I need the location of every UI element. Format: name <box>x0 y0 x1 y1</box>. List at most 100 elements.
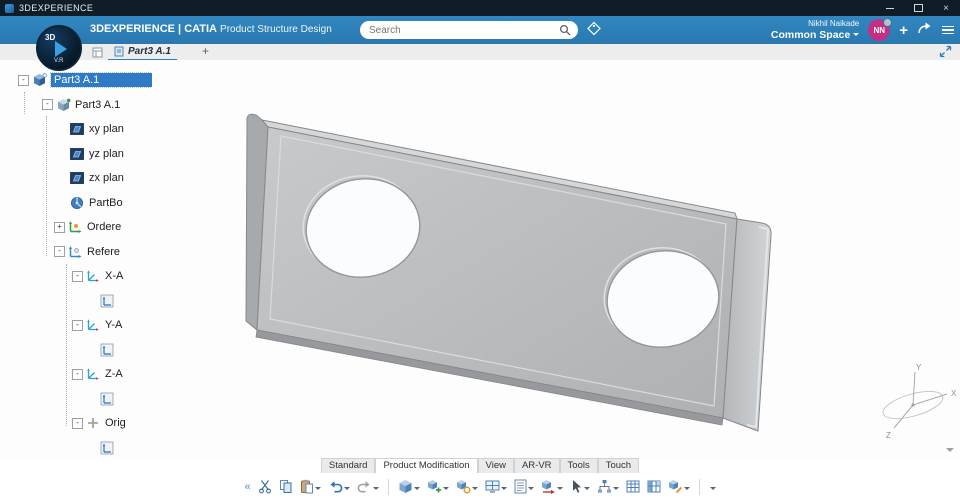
tree-item-label[interactable]: Y-A <box>105 319 122 331</box>
tree-item-label[interactable]: Orig <box>105 417 126 429</box>
tree-item-label[interactable]: PartBo <box>89 197 123 209</box>
tree-item-part3[interactable]: - Part3 A.1 <box>0 93 152 118</box>
window-layout-icon[interactable] <box>483 477 509 497</box>
collapse-expander-icon[interactable]: - <box>42 99 53 111</box>
dropdown-caret-icon[interactable] <box>314 486 321 493</box>
dropdown-caret-icon[interactable] <box>413 486 420 493</box>
maximize-button[interactable] <box>904 0 932 16</box>
toolbar: « <box>0 473 960 500</box>
axis-triad[interactable]: Y X Z <box>863 360 960 452</box>
tree-item-y-axis[interactable]: - Y-A <box>0 313 152 338</box>
tab-tools[interactable]: Tools <box>559 458 598 473</box>
tree-item-root-part3[interactable]: - Part3 A.1 <box>0 68 152 93</box>
tree-item-axis-system[interactable] <box>0 387 152 412</box>
dropdown-caret-icon[interactable] <box>471 486 478 493</box>
part-3d-model[interactable] <box>150 60 960 458</box>
collapse-expander-icon[interactable]: - <box>18 74 29 86</box>
tree-item-xy-plane[interactable]: xy plan <box>0 117 152 142</box>
close-button[interactable]: × <box>932 0 960 16</box>
cut-icon[interactable] <box>256 477 274 497</box>
collapse-expander-icon[interactable]: - <box>72 319 83 331</box>
dropdown-caret-icon[interactable] <box>343 486 350 493</box>
tree-item-yz-plane[interactable]: yz plan <box>0 142 152 167</box>
edit-component-icon[interactable] <box>666 477 692 497</box>
dropdown-caret-icon[interactable] <box>442 486 449 493</box>
select-mode-icon[interactable] <box>568 477 592 497</box>
tree-item-label[interactable]: zx plan <box>89 172 124 184</box>
tree-item-origin[interactable]: - Orig <box>0 411 152 436</box>
paste-icon[interactable] <box>298 477 323 497</box>
tree-item-references[interactable]: - Refere <box>0 240 152 265</box>
tab-touch[interactable]: Touch <box>597 458 640 473</box>
tree-item-label[interactable]: Refere <box>87 246 120 258</box>
toolbar-collapse-icon[interactable]: « <box>242 477 252 497</box>
tree-item-label[interactable]: Ordere <box>87 221 121 233</box>
redo-icon[interactable] <box>355 477 381 497</box>
collapse-expander-icon[interactable]: - <box>72 368 83 380</box>
app-icon <box>5 3 14 13</box>
compass-logo[interactable]: 3D V.R <box>36 25 82 71</box>
workspace-selector[interactable]: Common Space <box>771 29 850 41</box>
tab-product-modification[interactable]: Product Modification <box>375 458 478 473</box>
search-icon[interactable] <box>559 24 571 36</box>
properties-icon[interactable] <box>512 477 536 497</box>
chevron-down-icon <box>853 33 860 39</box>
tree-item-axis-system[interactable] <box>0 338 152 363</box>
share-icon[interactable] <box>917 21 933 39</box>
avatar[interactable]: NN <box>868 18 893 41</box>
copy-icon[interactable] <box>277 477 295 497</box>
dropdown-caret-icon[interactable] <box>500 486 507 493</box>
toolbar-separator <box>698 478 700 495</box>
dropdown-caret-icon[interactable] <box>556 486 563 493</box>
search-input[interactable] <box>360 24 559 36</box>
tree-item-label[interactable]: X-A <box>105 270 123 282</box>
tree-item-label[interactable]: Part3 A.1 <box>50 72 152 89</box>
replace-component-icon[interactable] <box>539 477 565 497</box>
tree-item-partbody[interactable]: PartBo <box>0 191 152 216</box>
panel-collapse-icon[interactable] <box>946 448 954 456</box>
user-info[interactable]: Nikhil Naikade Common Space <box>771 19 860 41</box>
design-graph-icon[interactable] <box>595 477 621 497</box>
tag-icon[interactable] <box>586 21 602 37</box>
search-box[interactable] <box>360 21 578 39</box>
tree-item-label[interactable]: Z-A <box>105 368 123 380</box>
tab-standard[interactable]: Standard <box>320 458 376 473</box>
collapse-expander-icon[interactable]: - <box>54 246 65 258</box>
tree-item-axis-system[interactable] <box>0 436 152 459</box>
undo-icon[interactable] <box>326 477 352 497</box>
matrix-view-icon[interactable] <box>645 477 663 497</box>
tab-view[interactable]: View <box>477 458 514 473</box>
add-content-icon[interactable]: + <box>899 23 908 38</box>
menu-icon[interactable] <box>942 25 954 35</box>
tab-list-icon[interactable] <box>92 47 103 58</box>
dropdown-caret-icon[interactable] <box>583 486 590 493</box>
toolbar-overflow-icon[interactable] <box>707 477 718 497</box>
tree-item-label[interactable]: yz plan <box>89 148 124 160</box>
tree-item-z-axis[interactable]: - Z-A <box>0 362 152 387</box>
tab-ar-vr[interactable]: AR-VR <box>513 458 560 473</box>
new-component-icon[interactable] <box>425 477 451 497</box>
collapse-expander-icon[interactable]: - <box>72 270 83 282</box>
insert-component-icon[interactable] <box>396 477 422 497</box>
action-bar: Standard Product Modification View AR-VR… <box>0 458 960 500</box>
tree-item-axis-system[interactable] <box>0 289 152 314</box>
new-tab-button[interactable]: + <box>202 44 209 58</box>
expand-viewport-icon[interactable] <box>939 45 952 58</box>
dropdown-caret-icon[interactable] <box>612 486 619 493</box>
dropdown-caret-icon[interactable] <box>683 486 690 493</box>
dropdown-caret-icon[interactable] <box>527 486 534 493</box>
manage-components-icon[interactable] <box>454 477 480 497</box>
tab-part3[interactable]: Part3 A.1 <box>108 44 177 61</box>
tree-item-zx-plane[interactable]: zx plan <box>0 166 152 191</box>
collapse-expander-icon[interactable]: - <box>72 417 83 429</box>
tree-item-label[interactable]: xy plan <box>89 123 124 135</box>
dropdown-caret-icon[interactable] <box>372 486 379 493</box>
axis-system-icon <box>100 392 116 406</box>
minimize-button[interactable] <box>876 0 904 16</box>
table-view-icon[interactable] <box>624 477 642 497</box>
tree-item-x-axis[interactable]: - X-A <box>0 264 152 289</box>
viewport[interactable]: Y X Z - Part3 A.1 - Part3 A.1 xy plan yz… <box>0 60 960 458</box>
tree-item-label[interactable]: Part3 A.1 <box>75 99 120 111</box>
tree-item-ordered-set[interactable]: + Ordere <box>0 215 152 240</box>
expand-expander-icon[interactable]: + <box>54 221 65 233</box>
